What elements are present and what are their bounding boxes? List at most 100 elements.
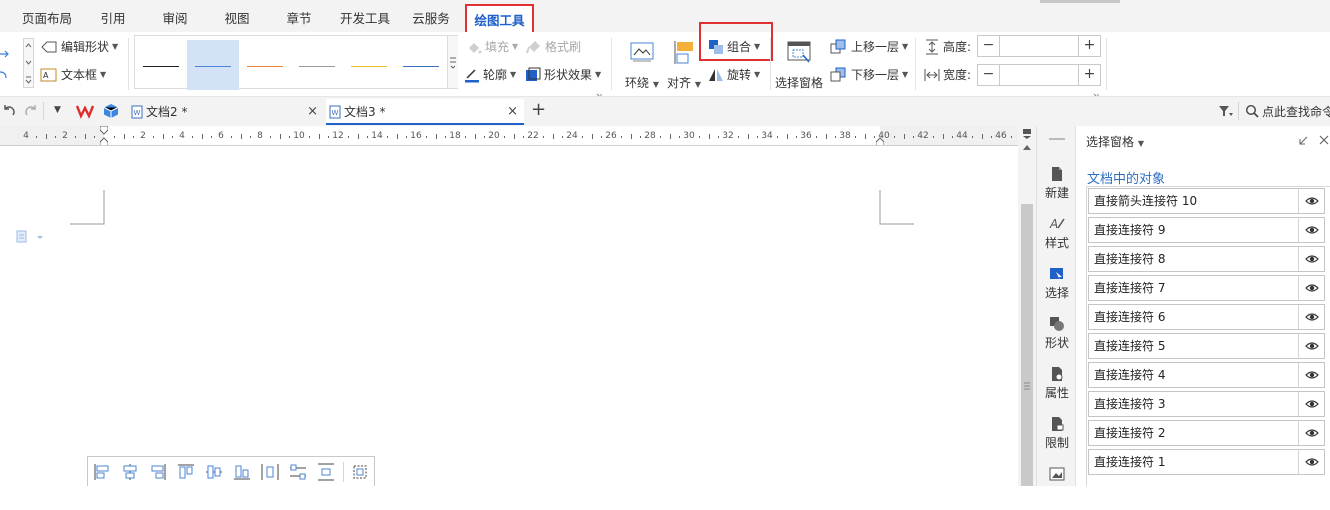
format-brush-button[interactable]: 格式刷 [526, 38, 581, 55]
horizontal-ruler[interactable]: 4 2 2 4 6 8 10 12 14 16 18 20 22 24 26 28 30 32 34 36 38 40 42… [0, 126, 1018, 146]
eye-icon[interactable] [1298, 305, 1324, 329]
close-icon[interactable]: × [307, 99, 318, 125]
line-style-5[interactable] [343, 40, 395, 90]
width-increase-button[interactable]: + [1078, 65, 1100, 85]
redo-icon[interactable] [24, 103, 38, 119]
quick-access-menu-icon[interactable]: ▼ [54, 105, 61, 115]
line-style-6[interactable] [395, 40, 447, 90]
align-bottom-icon[interactable] [232, 462, 252, 482]
paragraph-options-icon[interactable] [16, 230, 46, 244]
collapse-pane-icon[interactable] [1297, 135, 1309, 147]
text-box-button[interactable]: A 文本框 ▼ [40, 66, 106, 83]
side-select-button[interactable]: 选择 [1037, 262, 1077, 310]
filter-icon[interactable] [1218, 104, 1234, 118]
line-style-gallery[interactable] [134, 35, 458, 90]
distribute-horizontal-icon[interactable] [260, 462, 280, 482]
object-row[interactable]: 直接连接符 5 [1088, 333, 1325, 359]
outline-button[interactable]: 轮廓 ▼ [464, 66, 516, 83]
align-left-icon[interactable] [92, 462, 112, 482]
tab-cloud[interactable]: 云服务 [404, 0, 458, 32]
eye-icon[interactable] [1298, 218, 1324, 242]
line-style-1[interactable] [135, 40, 187, 90]
line-style-4[interactable] [291, 40, 343, 90]
eye-icon[interactable] [1298, 392, 1324, 416]
tab-section[interactable]: 章节 [274, 0, 324, 32]
eye-icon[interactable] [1298, 363, 1324, 387]
selection-pane-button[interactable]: 选择窗格 [772, 36, 826, 94]
tab-references[interactable]: 引用 [88, 0, 138, 32]
line-style-3[interactable] [239, 40, 291, 90]
eye-icon[interactable] [1298, 450, 1324, 474]
document-canvas[interactable] [0, 146, 1018, 486]
eye-icon[interactable] [1298, 334, 1324, 358]
object-row[interactable]: 直接连接符 1 [1088, 449, 1325, 475]
line-style-2[interactable] [187, 40, 239, 90]
scroll-up-icon[interactable] [1022, 143, 1032, 151]
close-icon[interactable]: × [507, 99, 518, 125]
eye-icon[interactable] [1298, 189, 1324, 213]
side-style-button[interactable]: A 样式 [1037, 212, 1077, 260]
object-row[interactable]: 直接连接符 3 [1088, 391, 1325, 417]
close-icon[interactable] [1318, 134, 1330, 146]
align-middle-icon[interactable] [204, 462, 224, 482]
right-indent-marker[interactable] [875, 126, 885, 145]
height-increase-button[interactable]: + [1078, 36, 1100, 56]
doc-tab-2[interactable]: W 文档2 * × [128, 99, 324, 125]
fill-button[interactable]: 填充 ▼ [466, 38, 518, 55]
wrap-button[interactable]: 环绕 ▼ [622, 36, 662, 94]
side-new-button[interactable]: 新建 [1037, 162, 1077, 210]
object-row[interactable]: 直接连接符 2 [1088, 420, 1325, 446]
pane-title-button[interactable]: 选择窗格 ▼ [1086, 133, 1144, 150]
width-decrease-button[interactable]: − [978, 65, 1000, 85]
align-options-icon[interactable] [350, 462, 370, 482]
object-row[interactable]: 直接连接符 6 [1088, 304, 1325, 330]
height-spinner[interactable]: − + [977, 35, 1101, 57]
distribute-vertical-icon[interactable] [288, 462, 308, 482]
vertical-scrollbar[interactable] [1018, 126, 1036, 486]
split-view-icon[interactable] [1022, 128, 1032, 140]
command-search-input[interactable]: 点此查找命令 [1262, 103, 1330, 120]
eye-icon[interactable] [1298, 276, 1324, 300]
tab-drawing-tools[interactable]: 绘图工具 [465, 4, 534, 34]
undo-icon[interactable] [2, 103, 16, 119]
rotate-button[interactable]: 旋转 ▼ [708, 66, 760, 83]
side-image-button[interactable] [1037, 462, 1077, 510]
tab-view[interactable]: 视图 [212, 0, 262, 32]
side-shape-button[interactable]: 形状 [1037, 312, 1077, 360]
height-decrease-button[interactable]: − [978, 36, 1000, 56]
equal-spacing-icon[interactable] [316, 462, 336, 482]
object-row[interactable]: 直接连接符 9 [1088, 217, 1325, 243]
align-button[interactable]: 对齐 ▼ [664, 36, 704, 94]
wps-logo-icon[interactable] [75, 103, 95, 119]
cube-icon[interactable] [103, 103, 119, 119]
dialog-launcher-icon[interactable] [1093, 88, 1099, 99]
scrollbar-thumb[interactable] [1021, 204, 1033, 486]
search-icon[interactable] [1245, 104, 1259, 118]
gallery-scroll[interactable] [447, 36, 458, 88]
new-tab-plus-icon[interactable]: + [531, 99, 546, 120]
object-row[interactable]: 直接箭头连接符 10 [1088, 188, 1325, 214]
partial-shape-icon[interactable] [0, 42, 10, 82]
object-row[interactable]: 直接连接符 8 [1088, 246, 1325, 272]
edit-shape-button[interactable]: 编辑形状 ▼ [40, 38, 118, 55]
width-spinner[interactable]: − + [977, 64, 1101, 86]
align-top-icon[interactable] [176, 462, 196, 482]
bring-forward-button[interactable]: 上移一层 ▼ [830, 38, 908, 55]
tab-review[interactable]: 审阅 [150, 0, 200, 32]
object-row[interactable]: 直接连接符 7 [1088, 275, 1325, 301]
send-backward-button[interactable]: 下移一层 ▼ [830, 66, 908, 83]
shape-gallery-scroll[interactable] [23, 38, 34, 88]
side-restrict-button[interactable]: 限制 [1037, 412, 1077, 460]
object-row[interactable]: 直接连接符 4 [1088, 362, 1325, 388]
eye-icon[interactable] [1298, 247, 1324, 271]
align-right-icon[interactable] [148, 462, 168, 482]
align-center-icon[interactable] [120, 462, 140, 482]
eye-icon[interactable] [1298, 421, 1324, 445]
side-property-button[interactable]: 属性 [1037, 362, 1077, 410]
left-indent-marker[interactable] [99, 126, 109, 145]
dialog-launcher-icon[interactable] [596, 88, 602, 99]
shape-effects-button[interactable]: 形状效果 ▼ [525, 66, 601, 83]
tab-page-layout[interactable]: 页面布局 [14, 0, 80, 32]
doc-tab-3[interactable]: W 文档3 * × [326, 99, 524, 125]
tab-developer[interactable]: 开发工具 [334, 0, 396, 32]
